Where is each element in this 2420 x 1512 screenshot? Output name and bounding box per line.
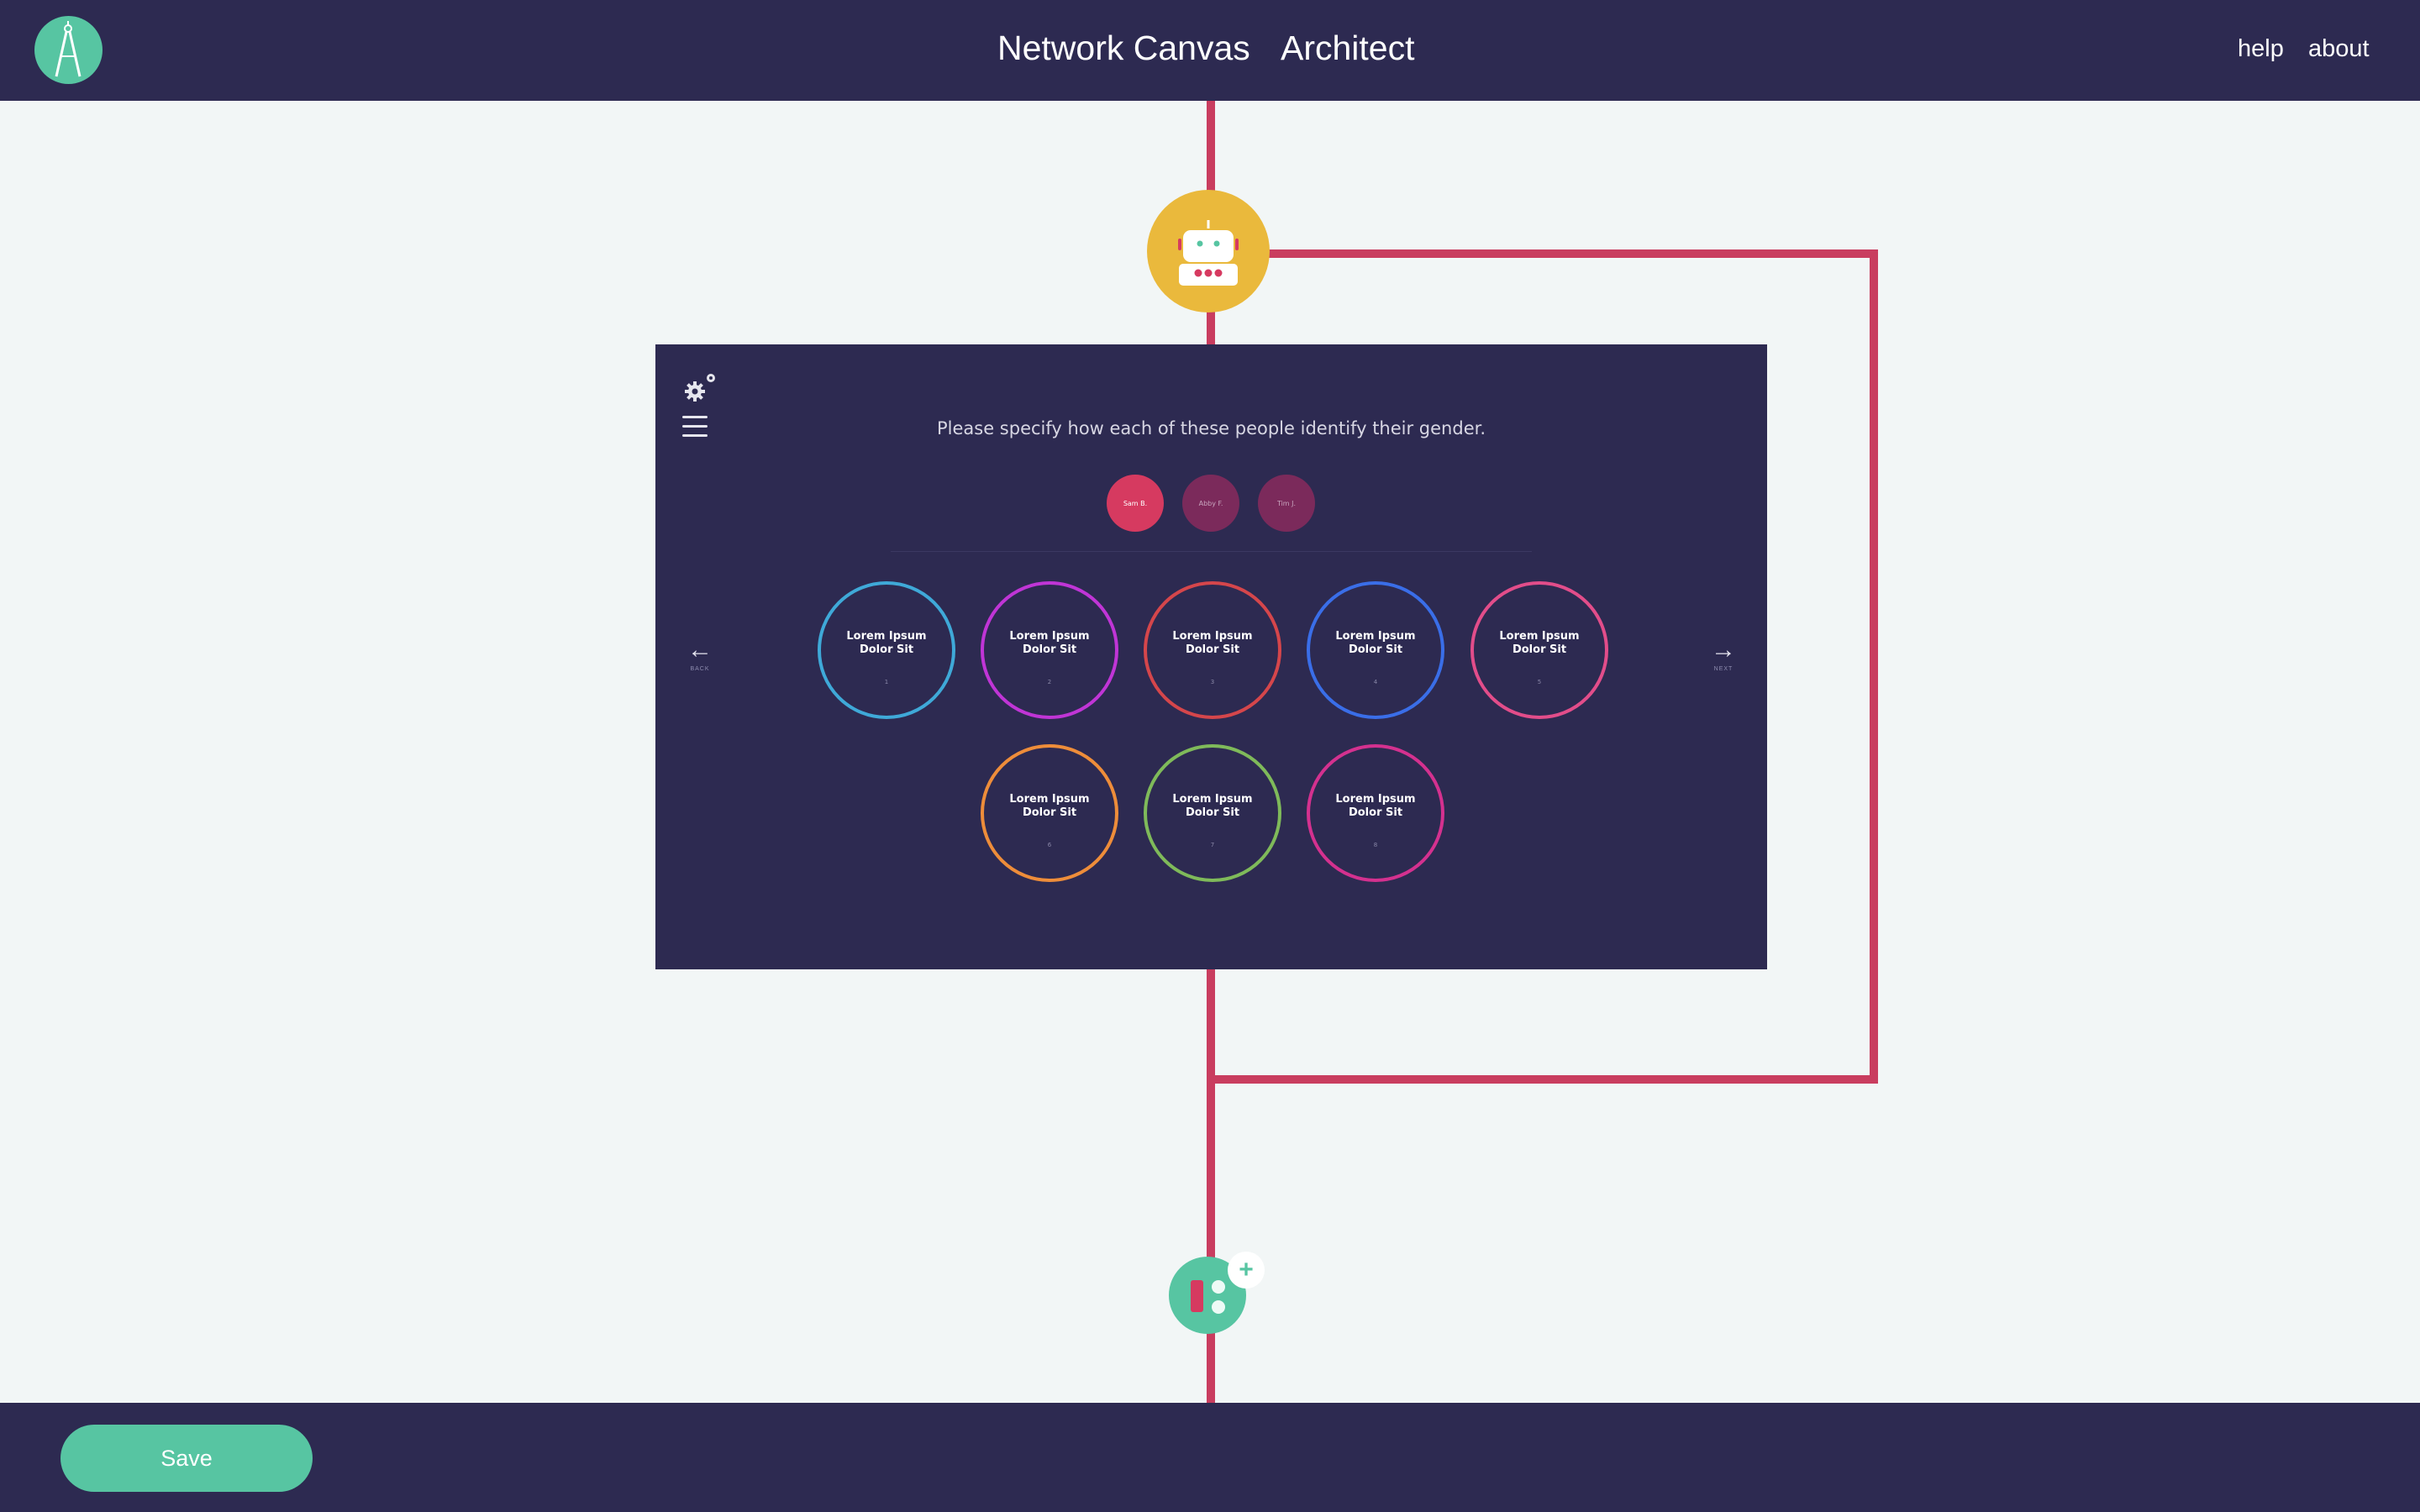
footer bbox=[0, 1403, 2420, 1512]
option-label: Lorem Ipsum Dolor Sit bbox=[1009, 630, 1090, 656]
about-link[interactable]: about bbox=[2308, 35, 2370, 63]
option-label: Lorem Ipsum Dolor Sit bbox=[1335, 630, 1416, 656]
save-button[interactable]: Save bbox=[60, 1425, 313, 1492]
option-index: 7 bbox=[1210, 842, 1215, 848]
gear-icon[interactable] bbox=[682, 371, 719, 409]
back-button[interactable]: ← BACK bbox=[683, 636, 717, 673]
person-node[interactable]: Tim J. bbox=[1258, 475, 1315, 532]
skip-logic-wire-right bbox=[1870, 249, 1878, 1084]
option-label: Lorem Ipsum Dolor Sit bbox=[1009, 793, 1090, 819]
option-bubble[interactable]: Lorem Ipsum Dolor Sit 7 bbox=[1144, 744, 1281, 882]
option-index: 6 bbox=[1047, 842, 1052, 848]
option-bubble[interactable]: Lorem Ipsum Dolor Sit 3 bbox=[1144, 581, 1281, 719]
plus-icon[interactable]: + bbox=[1228, 1252, 1265, 1289]
option-bubble[interactable]: Lorem Ipsum Dolor Sit 8 bbox=[1307, 744, 1444, 882]
person-node[interactable]: Sam B. bbox=[1107, 475, 1164, 532]
option-bubble[interactable]: Lorem Ipsum Dolor Sit 6 bbox=[981, 744, 1118, 882]
option-bubble[interactable]: Lorem Ipsum Dolor Sit 5 bbox=[1470, 581, 1608, 719]
option-index: 2 bbox=[1047, 679, 1052, 685]
option-label: Lorem Ipsum Dolor Sit bbox=[846, 630, 927, 656]
help-link[interactable]: help bbox=[2238, 35, 2284, 63]
option-bubble[interactable]: Lorem Ipsum Dolor Sit 1 bbox=[818, 581, 955, 719]
app-title-network-canvas: Network Canvas bbox=[997, 29, 1250, 67]
option-bubble[interactable]: Lorem Ipsum Dolor Sit 4 bbox=[1307, 581, 1444, 719]
app-title-architect: Architect bbox=[1281, 29, 1415, 67]
person-node[interactable]: Abby F. bbox=[1182, 475, 1239, 532]
divider bbox=[891, 551, 1532, 552]
option-bubble[interactable]: Lorem Ipsum Dolor Sit 2 bbox=[981, 581, 1118, 719]
option-index: 4 bbox=[1373, 679, 1378, 685]
robot-icon[interactable] bbox=[1147, 190, 1270, 312]
option-index: 3 bbox=[1210, 679, 1215, 685]
option-label: Lorem Ipsum Dolor Sit bbox=[1499, 630, 1580, 656]
arrow-right-icon: → bbox=[1711, 636, 1736, 664]
stage-prompt: Please specify how each of these people … bbox=[936, 418, 1486, 438]
option-index: 8 bbox=[1373, 842, 1378, 848]
compass-logo-icon[interactable] bbox=[34, 16, 103, 84]
option-label: Lorem Ipsum Dolor Sit bbox=[1172, 793, 1253, 819]
header: Network Canvas Architect help about bbox=[0, 0, 2420, 101]
skip-logic-wire-top bbox=[1265, 249, 1878, 258]
skip-logic-wire-bottom bbox=[1207, 1075, 1878, 1084]
back-label: BACK bbox=[690, 666, 710, 672]
next-label: NEXT bbox=[1713, 666, 1733, 672]
option-index: 5 bbox=[1537, 679, 1542, 685]
arrow-left-icon: ← bbox=[687, 636, 713, 664]
option-label: Lorem Ipsum Dolor Sit bbox=[1172, 630, 1253, 656]
next-button[interactable]: → NEXT bbox=[1707, 636, 1740, 673]
option-label: Lorem Ipsum Dolor Sit bbox=[1335, 793, 1416, 819]
option-index: 1 bbox=[884, 679, 889, 685]
